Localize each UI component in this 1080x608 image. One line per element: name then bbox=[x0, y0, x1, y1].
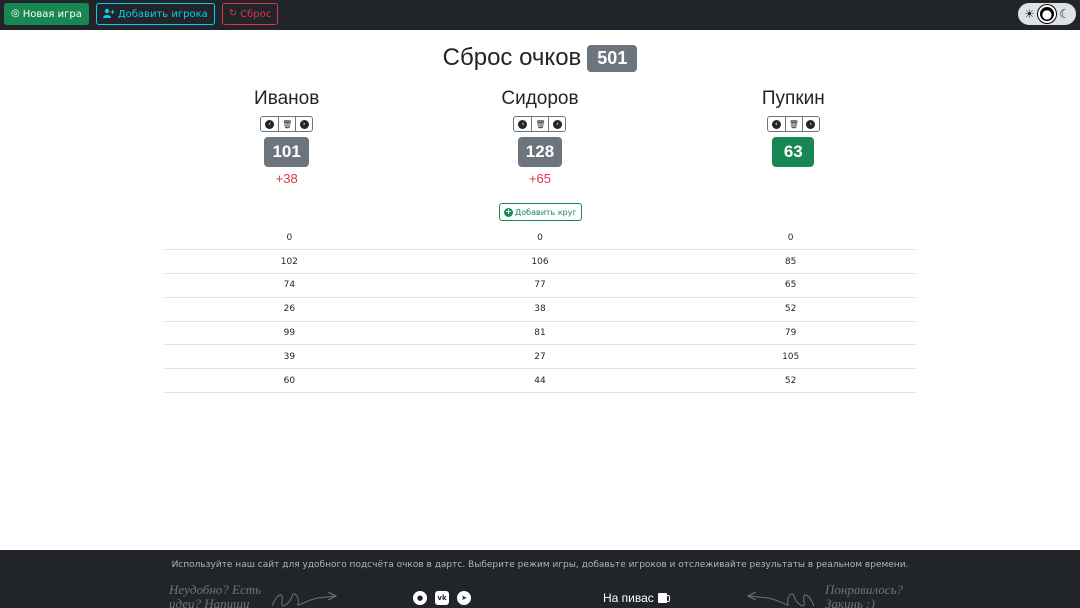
new-game-button[interactable]: ◎ Новая игра bbox=[4, 3, 89, 25]
new-game-label: Новая игра bbox=[22, 8, 82, 20]
player-score-diff: +38 bbox=[275, 171, 298, 186]
trash-icon: 🗑 bbox=[788, 119, 799, 129]
round-score-cell[interactable]: 102 bbox=[164, 249, 415, 275]
refresh-icon: ↻ bbox=[228, 8, 238, 19]
thanks-note: Понравилось? Закинь :) bbox=[825, 582, 903, 608]
player-name: Пупкин bbox=[761, 88, 825, 109]
github-icon[interactable]: ● bbox=[413, 591, 427, 605]
player-score: 101 bbox=[264, 137, 309, 167]
round-score-cell[interactable]: 85 bbox=[665, 249, 916, 275]
round-score-cell[interactable]: 0 bbox=[164, 226, 415, 251]
move-left-button[interactable]: ‹ bbox=[768, 117, 785, 131]
move-right-button[interactable]: › bbox=[801, 117, 819, 131]
feedback-note: Неудобно? Есть идеи? Напиши bbox=[169, 582, 262, 608]
round-score-cell[interactable]: 38 bbox=[414, 297, 666, 322]
theme-toggle[interactable]: ☀ ● ☾ bbox=[1018, 3, 1076, 25]
sun-icon[interactable]: ☀ bbox=[1021, 6, 1037, 22]
round-score-cell[interactable]: 44 bbox=[414, 368, 666, 394]
round-score-cell[interactable]: 105 bbox=[665, 344, 916, 370]
delete-player-button[interactable]: 🗑 bbox=[784, 117, 802, 131]
round-score-cell[interactable]: 52 bbox=[665, 368, 916, 394]
donate-link[interactable]: На пивас bbox=[603, 591, 670, 605]
table-row: 102 106 85 bbox=[164, 249, 916, 275]
top-navbar: ◎ Новая игра Добавить игрока ↻ Сброс ☀ ●… bbox=[0, 0, 1080, 30]
moon-icon[interactable]: ☾ bbox=[1057, 6, 1073, 22]
table-row: 74 77 65 bbox=[164, 273, 916, 298]
chevron-left-icon: ‹ bbox=[771, 119, 781, 129]
move-right-button[interactable]: › bbox=[548, 117, 565, 131]
telegram-icon[interactable]: ➤ bbox=[457, 591, 471, 605]
round-score-cell[interactable]: 99 bbox=[164, 321, 415, 346]
table-row: 000 bbox=[164, 226, 916, 251]
round-score-cell[interactable]: 26 bbox=[164, 297, 415, 322]
reset-label: Сброс bbox=[240, 8, 272, 20]
target-score-badge: 501 bbox=[587, 44, 638, 72]
round-score-cell[interactable]: 52 bbox=[665, 297, 916, 322]
player-score: 128 bbox=[517, 137, 563, 167]
table-row: 60 44 52 bbox=[164, 368, 916, 394]
round-score-cell[interactable]: 0 bbox=[414, 226, 666, 251]
player-controls: ‹ 🗑 › bbox=[766, 116, 820, 132]
chevron-right-icon: › bbox=[806, 119, 816, 129]
trash-icon: 🗑 bbox=[282, 119, 293, 129]
social-links: ● vk ➤ bbox=[413, 591, 471, 605]
round-score-cell[interactable]: 0 bbox=[665, 226, 916, 251]
chevron-left-icon: ‹ bbox=[518, 119, 528, 129]
add-round-label: Добавить круг bbox=[515, 207, 577, 217]
delete-player-button[interactable]: 🗑 bbox=[278, 117, 295, 131]
player-card: Сидоров ‹ 🗑 › 128 +65 bbox=[413, 88, 666, 187]
players-row: Иванов ‹ 🗑 › 101 +38 Сидоров ‹ 🗑 › 128 +… bbox=[160, 88, 920, 187]
arrow-doodle-icon bbox=[746, 591, 815, 607]
trash-icon: 🗑 bbox=[535, 119, 546, 129]
round-score-cell[interactable]: 60 bbox=[164, 368, 415, 394]
player-controls: ‹ 🗑 › bbox=[260, 116, 314, 132]
target-icon: ◎ bbox=[11, 8, 20, 19]
move-left-button[interactable]: ‹ bbox=[514, 117, 531, 131]
user-plus-icon bbox=[102, 8, 115, 21]
player-score: 63 bbox=[772, 137, 815, 167]
round-score-cell[interactable]: 27 bbox=[414, 344, 666, 370]
player-name: Сидоров bbox=[501, 88, 579, 109]
reset-button[interactable]: ↻ Сброс bbox=[221, 3, 279, 25]
footer: Используйте наш сайт для удобного подсчё… bbox=[0, 550, 1080, 608]
beer-mug-icon bbox=[657, 593, 670, 603]
chevron-right-icon: › bbox=[552, 119, 562, 129]
arrow-doodle-icon bbox=[271, 591, 338, 607]
move-right-button[interactable]: › bbox=[295, 117, 312, 131]
nav-buttons: ◎ Новая игра Добавить игрока ↻ Сброс bbox=[4, 3, 279, 25]
round-score-cell[interactable]: 77 bbox=[414, 273, 666, 298]
table-row: 99 81 79 bbox=[164, 321, 916, 346]
round-score-cell[interactable]: 106 bbox=[414, 249, 666, 275]
player-card: Пупкин ‹ 🗑 › 63 bbox=[667, 88, 920, 187]
rounds-table: 0 0 0 102 106 85 74 77 65 26 38 52 99 81 79 39 27 105 60 44… bbox=[164, 226, 916, 394]
round-score-cell[interactable]: 79 bbox=[665, 321, 916, 346]
move-left-button[interactable]: ‹ bbox=[261, 117, 278, 131]
donate-label: На пивас bbox=[603, 591, 654, 605]
round-score-cell[interactable]: 65 bbox=[665, 273, 916, 298]
add-player-button[interactable]: Добавить игрока bbox=[95, 3, 215, 25]
chevron-left-icon: ‹ bbox=[265, 119, 275, 129]
round-score-cell[interactable]: 74 bbox=[164, 273, 415, 298]
round-score-cell[interactable]: 39 bbox=[164, 344, 415, 370]
add-round-button[interactable]: + Добавить круг bbox=[499, 203, 582, 221]
round-score-cell[interactable]: 81 bbox=[414, 321, 666, 346]
chevron-right-icon: › bbox=[299, 119, 309, 129]
vk-icon[interactable]: vk bbox=[435, 591, 449, 605]
page-title: Сброс очков bbox=[442, 44, 582, 71]
footer-description: Используйте наш сайт для удобного подсчё… bbox=[171, 560, 909, 570]
table-row: 39 27 105 bbox=[164, 344, 916, 370]
plus-circle-icon: + bbox=[504, 207, 513, 217]
auto-theme-icon[interactable]: ● bbox=[1037, 5, 1056, 23]
player-score-diff: +65 bbox=[528, 171, 552, 186]
player-name: Иванов bbox=[254, 88, 320, 109]
table-row: 26 38 52 bbox=[164, 297, 916, 322]
delete-player-button[interactable]: 🗑 bbox=[531, 117, 548, 131]
player-card: Иванов ‹ 🗑 › 101 +38 bbox=[160, 88, 413, 187]
player-controls: ‹ 🗑 › bbox=[513, 116, 567, 132]
add-player-label: Добавить игрока bbox=[117, 8, 208, 20]
page-header: Сброс очков 501 bbox=[0, 44, 1080, 72]
